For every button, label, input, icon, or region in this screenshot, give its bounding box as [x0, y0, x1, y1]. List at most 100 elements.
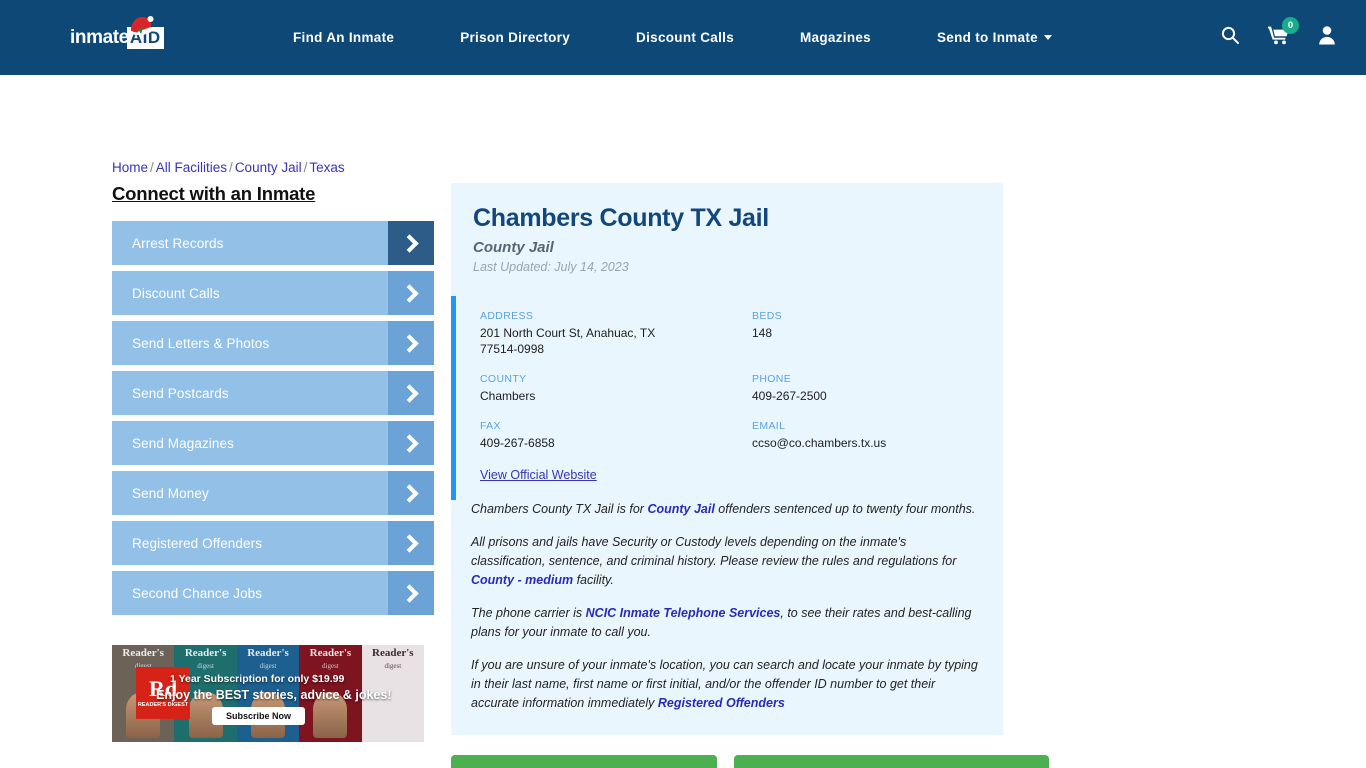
action-button-row: Looking for an inmate at this facility? … — [451, 755, 1366, 768]
paragraph-text: The phone carrier is — [471, 606, 586, 621]
breadcrumb-item-texas[interactable]: Texas — [309, 160, 344, 175]
info-field-county: COUNTY Chambers — [480, 373, 752, 404]
ad-brand-sub: READER'S DIGEST — [137, 701, 189, 708]
sidebar-item-label: Send Money — [132, 485, 209, 501]
cart-icon[interactable]: 0 — [1268, 17, 1299, 50]
sidebar-item-label: Second Chance Jobs — [132, 585, 263, 601]
info-field-address: ADDRESS 201 North Court St, Anahuac, TX … — [480, 310, 752, 357]
facility-type: County Jail — [473, 238, 554, 256]
link-ncic-telephone-services[interactable]: NCIC Inmate Telephone Services — [586, 606, 781, 620]
sidebar-item-registered-offenders[interactable]: Registered Offenders — [112, 521, 434, 565]
paragraph-text: facility. — [573, 573, 614, 588]
header-icon-group: 0 — [1220, 17, 1348, 50]
paragraph-text: Chambers County TX Jail is for — [471, 502, 648, 517]
cart-count-badge: 0 — [1282, 17, 1299, 34]
site-header: inmate AID Find An Inmate Prison Director… — [0, 0, 1366, 75]
sidebar-item-label: Arrest Records — [132, 235, 224, 251]
ad-headline: 1 Year Subscription for only $19.99 — [170, 673, 345, 685]
chevron-right-icon — [388, 271, 434, 315]
chevron-down-icon — [1043, 35, 1052, 40]
view-official-website-link[interactable]: View Official Website — [480, 468, 597, 482]
link-county-jail[interactable]: County Jail — [647, 502, 714, 516]
page-title: Chambers County TX Jail — [473, 204, 769, 232]
info-value-email: ccso@co.chambers.tx.us — [752, 436, 887, 451]
nav-item-send-to-inmate-label: Send to Inmate — [937, 30, 1038, 45]
info-field-fax: FAX 409-267-6858 — [480, 420, 752, 451]
breadcrumb-separator: / — [229, 160, 233, 175]
chevron-right-icon — [388, 471, 434, 515]
visitations-button[interactable]: Visitations - times, rules, Covid cancel… — [734, 755, 1050, 768]
info-field-phone: PHONE 409-267-2500 — [752, 373, 981, 404]
main-content: Chambers County TX Jail County Jail Last… — [440, 183, 1366, 768]
paragraph-text: All prisons and jails have Security or C… — [471, 535, 957, 569]
info-label-county: COUNTY — [480, 372, 527, 385]
info-value-fax: 409-267-6858 — [480, 436, 555, 451]
facility-description: Chambers County TX Jail is for County Ja… — [451, 500, 1003, 735]
sidebar: Connect with an Inmate Arrest Records Di… — [0, 183, 440, 768]
sidebar-item-label: Send Letters & Photos — [132, 335, 270, 351]
sidebar-item-second-chance-jobs[interactable]: Second Chance Jobs — [112, 571, 434, 615]
description-paragraph-4: If you are unsure of your inmate's locat… — [471, 656, 983, 713]
sidebar-title: Connect with an Inmate — [112, 183, 316, 204]
sidebar-item-discount-calls[interactable]: Discount Calls — [112, 271, 434, 315]
search-icon[interactable] — [1220, 25, 1240, 50]
sidebar-item-send-money[interactable]: Send Money — [112, 471, 434, 515]
ad-subscribe-button[interactable]: Subscribe Now — [212, 707, 306, 725]
info-label-phone: PHONE — [752, 372, 792, 385]
logo-text-inmate: inmate — [70, 27, 129, 48]
last-updated: Last Updated: July 14, 2023 — [473, 259, 629, 274]
sidebar-item-label: Discount Calls — [132, 285, 220, 301]
main-navigation: Find An Inmate Prison Directory Discount… — [260, 30, 1085, 45]
nav-item-send-to-inmate[interactable]: Send to Inmate — [904, 30, 1085, 45]
info-value-phone: 409-267-2500 — [752, 388, 827, 403]
info-field-beds: BEDS 148 — [752, 310, 981, 357]
looking-for-inmate-button[interactable]: Looking for an inmate at this facility? — [451, 755, 718, 768]
content-layout: Connect with an Inmate Arrest Records Di… — [0, 75, 1366, 768]
breadcrumb-item-home[interactable]: Home — [112, 160, 148, 175]
chevron-right-icon — [388, 321, 434, 365]
info-label-fax: FAX — [480, 420, 501, 433]
sidebar-item-send-postcards[interactable]: Send Postcards — [112, 371, 434, 415]
logo-text-aid: AID — [126, 26, 164, 49]
link-county-medium[interactable]: County - medium — [471, 573, 573, 587]
chevron-right-icon — [388, 521, 434, 565]
nav-item-find-an-inmate[interactable]: Find An Inmate — [260, 30, 427, 45]
facility-info-grid: ADDRESS 201 North Court St, Anahuac, TX … — [480, 310, 981, 452]
link-registered-offenders[interactable]: Registered Offenders — [658, 696, 785, 710]
page-body: Home / All Facilities / County Jail / Texas Co… — [0, 75, 1366, 768]
description-paragraph-3: The phone carrier is NCIC Inmate Telepho… — [471, 604, 983, 642]
ad-subhead: Enjoy the BEST stories, advice & jokes! — [156, 688, 392, 702]
breadcrumb-item-county-jail[interactable]: County Jail — [235, 160, 302, 175]
breadcrumb: Home / All Facilities / County Jail / Texas — [112, 160, 345, 175]
ad-overlay: Rd READER'S DIGEST 1 Year Subscription f… — [112, 645, 424, 742]
breadcrumb-item-all-facilities[interactable]: All Facilities — [156, 160, 227, 175]
info-label-email: EMAIL — [752, 420, 786, 433]
paragraph-text: offenders sentenced up to twenty four mo… — [714, 502, 976, 517]
site-logo[interactable]: inmate AID — [70, 15, 182, 55]
advertisement-banner[interactable]: Reader's digest Reader's digest Reader's… — [112, 645, 424, 742]
info-label-address: ADDRESS — [480, 309, 534, 322]
nav-item-magazines[interactable]: Magazines — [767, 30, 904, 45]
info-label-beds: BEDS — [752, 309, 782, 322]
facility-card: Chambers County TX Jail County Jail Last… — [451, 183, 1003, 736]
sidebar-item-send-magazines[interactable]: Send Magazines — [112, 421, 434, 465]
facility-info-block: ADDRESS 201 North Court St, Anahuac, TX … — [451, 295, 1003, 501]
nav-item-prison-directory[interactable]: Prison Directory — [427, 30, 603, 45]
chevron-right-icon — [388, 421, 434, 465]
info-value-address: 201 North Court St, Anahuac, TX 77514-09… — [480, 325, 656, 356]
sidebar-item-arrest-records[interactable]: Arrest Records — [112, 221, 434, 265]
sidebar-item-label: Send Postcards — [132, 385, 229, 401]
description-paragraph-1: Chambers County TX Jail is for County Ja… — [471, 500, 983, 519]
chevron-right-icon — [388, 571, 434, 615]
info-field-email: EMAIL ccso@co.chambers.tx.us — [752, 420, 981, 451]
info-value-county: Chambers — [480, 388, 536, 403]
chevron-right-icon — [388, 371, 434, 415]
user-icon[interactable] — [1318, 25, 1336, 50]
sidebar-item-send-letters-photos[interactable]: Send Letters & Photos — [112, 321, 434, 365]
sidebar-item-label: Registered Offenders — [132, 535, 263, 551]
description-paragraph-2: All prisons and jails have Security or C… — [471, 533, 983, 590]
sidebar-item-label: Send Magazines — [132, 435, 234, 451]
breadcrumb-separator: / — [150, 160, 154, 175]
nav-item-discount-calls[interactable]: Discount Calls — [603, 30, 767, 45]
chevron-right-icon — [388, 221, 434, 265]
